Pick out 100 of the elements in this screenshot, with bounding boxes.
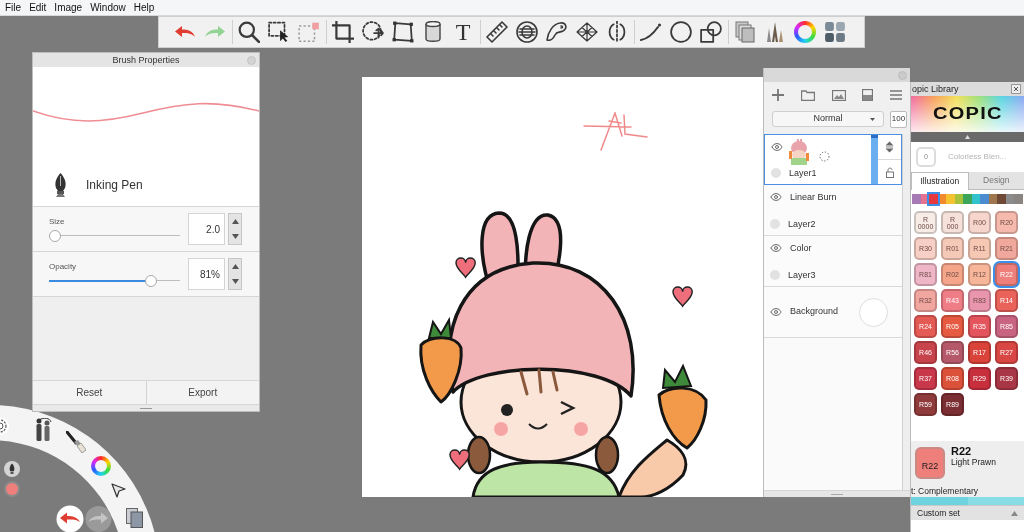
- color-family-swatch[interactable]: [963, 194, 972, 204]
- slider-track[interactable]: [49, 229, 180, 242]
- cursor-arrow-icon[interactable]: [111, 483, 126, 498]
- cylinder-icon[interactable]: [422, 21, 444, 43]
- color-family-swatch[interactable]: [971, 194, 981, 204]
- pen-nib-icon[interactable]: [4, 461, 20, 477]
- color-wheel-icon[interactable]: [794, 21, 816, 43]
- color-family-swatch[interactable]: [980, 194, 989, 204]
- color-family-swatch[interactable]: [988, 194, 998, 204]
- distort-icon[interactable]: [392, 21, 414, 43]
- current-color-icon[interactable]: [4, 481, 20, 497]
- caret-up-icon[interactable]: [231, 219, 239, 224]
- layer-name: Background: [790, 305, 839, 319]
- slider-thumb[interactable]: [49, 229, 61, 242]
- transform-icon[interactable]: [362, 21, 384, 43]
- image-icon[interactable]: [831, 89, 846, 101]
- panel-button[interactable]: Export: [146, 381, 259, 404]
- caret-up-icon[interactable]: [231, 264, 239, 269]
- slider-label: Opacity: [49, 261, 78, 272]
- collapse-arrow-icon[interactable]: [1011, 510, 1018, 516]
- menu-item[interactable]: Image: [54, 1, 83, 14]
- eye-icon[interactable]: [770, 191, 782, 203]
- layer-name: Layer3: [788, 268, 816, 282]
- slider-thumb[interactable]: [145, 274, 158, 287]
- eye-icon[interactable]: [770, 306, 782, 318]
- value-field[interactable]: 2.0: [188, 213, 225, 245]
- color-family-swatch[interactable]: [912, 194, 921, 204]
- blend-mode-dropdown[interactable]: Normal: [772, 111, 884, 127]
- tab[interactable]: Illustration: [911, 172, 969, 190]
- layer-thumbnail: [789, 139, 809, 165]
- layer-name: Layer2: [788, 217, 816, 231]
- complementary-swatch[interactable]: [911, 497, 968, 505]
- close-icon[interactable]: [1011, 84, 1021, 94]
- selection-cursor-icon[interactable]: [268, 21, 290, 43]
- color-family-swatch[interactable]: [997, 194, 1006, 204]
- lock-icon[interactable]: [885, 166, 894, 178]
- caret-down-icon[interactable]: [231, 234, 239, 239]
- menu-item[interactable]: Edit: [29, 1, 47, 14]
- layer-drag-handle[interactable]: [871, 135, 878, 184]
- panel-title: Brush Properties: [112, 55, 180, 65]
- dotted-circle-icon[interactable]: [819, 150, 830, 162]
- selection-icon[interactable]: [298, 21, 320, 43]
- panel-title: opic Library: [912, 84, 959, 94]
- color-family-swatch[interactable]: [954, 194, 964, 204]
- scribble-drawing: [582, 112, 648, 152]
- pages-icon[interactable]: [734, 21, 756, 43]
- gear-icon[interactable]: [0, 416, 11, 436]
- stepper[interactable]: [228, 258, 242, 290]
- color-family-swatch[interactable]: [1014, 194, 1023, 204]
- layer-row[interactable]: Layer1: [764, 134, 902, 185]
- swatch-grid-icon[interactable]: [824, 21, 846, 43]
- current-color-swatch: R22: [915, 447, 945, 479]
- circle-icon[interactable]: [670, 21, 692, 43]
- expand-arrow-icon[interactable]: [965, 135, 970, 139]
- value-field[interactable]: 81%: [188, 258, 225, 290]
- french-curve-icon[interactable]: [546, 21, 568, 43]
- paintbrush-icon[interactable]: [66, 431, 86, 453]
- folder-icon[interactable]: [800, 89, 815, 101]
- slider-track[interactable]: [49, 274, 180, 287]
- add-icon[interactable]: [772, 89, 784, 101]
- copic-logo: COPIC: [932, 104, 1003, 124]
- up-down-arrows-icon[interactable]: [885, 141, 894, 153]
- ruler-icon[interactable]: [486, 21, 508, 43]
- text-tool-button[interactable]: T: [455, 19, 471, 45]
- opacity-field[interactable]: 100: [890, 110, 907, 128]
- menu-item[interactable]: Window: [90, 1, 126, 14]
- merge-icon[interactable]: [862, 89, 874, 101]
- pen-nib-icon: [54, 173, 67, 197]
- symmetry-icon[interactable]: [606, 21, 628, 43]
- eye-icon[interactable]: [770, 242, 782, 254]
- undo-icon[interactable]: [56, 505, 84, 532]
- color-family-swatch[interactable]: [937, 194, 947, 204]
- search-icon[interactable]: [238, 21, 260, 43]
- blender-name: Colorless Blen...: [948, 151, 1007, 163]
- layer-color-icon: [859, 297, 888, 327]
- blend-mode-label: Color: [790, 242, 812, 255]
- shapes-icon[interactable]: [700, 21, 722, 43]
- two-figures-icon[interactable]: [34, 418, 52, 442]
- perspective-grid-icon[interactable]: [576, 21, 598, 43]
- redo-icon[interactable]: [85, 505, 112, 532]
- color-family-swatch[interactable]: [929, 194, 938, 204]
- menu-item[interactable]: File: [5, 1, 22, 14]
- crop-icon[interactable]: [332, 21, 354, 43]
- caret-down-icon[interactable]: [231, 279, 239, 284]
- color-family-swatch[interactable]: [1005, 194, 1015, 204]
- color-code: R22: [951, 445, 973, 457]
- color-name: Light Prawn: [951, 457, 996, 467]
- caret-down-icon: [870, 118, 875, 121]
- slider-label: Size: [49, 216, 66, 227]
- stacked-pages-icon[interactable]: [126, 508, 143, 528]
- menu-icon[interactable]: [890, 90, 902, 100]
- curve-stroke-icon[interactable]: [640, 21, 662, 43]
- layer-name: Layer1: [789, 166, 817, 180]
- color-family-swatch[interactable]: [946, 194, 955, 204]
- ellipse-guide-icon[interactable]: [516, 21, 538, 43]
- stepper[interactable]: [228, 213, 242, 245]
- complementary-swatch[interactable]: [967, 497, 1024, 505]
- eye-icon[interactable]: [771, 141, 783, 153]
- menu-item[interactable]: Help: [133, 1, 155, 14]
- canvas[interactable]: [362, 77, 763, 497]
